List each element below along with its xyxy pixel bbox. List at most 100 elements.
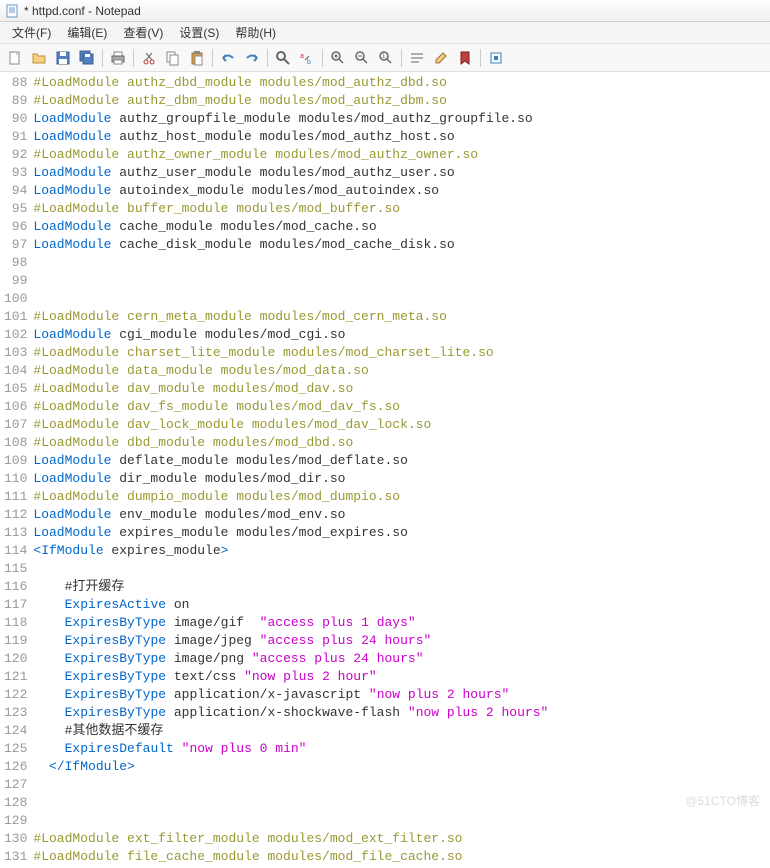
code-line[interactable]: #LoadModule cern_meta_module modules/mod… — [33, 308, 548, 326]
line-number: 100 — [4, 290, 27, 308]
paste-icon[interactable] — [186, 47, 208, 69]
code-line[interactable] — [33, 812, 548, 830]
code-line[interactable] — [33, 776, 548, 794]
save-icon[interactable] — [52, 47, 74, 69]
line-number: 89 — [4, 92, 27, 110]
line-number: 97 — [4, 236, 27, 254]
title-bar: * httpd.conf - Notepad — [0, 0, 770, 22]
menu-file[interactable]: 文件(F) — [4, 22, 59, 43]
code-line[interactable]: LoadModule cgi_module modules/mod_cgi.so — [33, 326, 548, 344]
replace-icon[interactable]: ab — [296, 47, 318, 69]
code-line[interactable] — [33, 290, 548, 308]
code-area[interactable]: #LoadModule authz_dbd_module modules/mod… — [33, 72, 548, 868]
code-line[interactable]: LoadModule deflate_module modules/mod_de… — [33, 452, 548, 470]
toolbar-separator — [480, 49, 481, 67]
line-number: 126 — [4, 758, 27, 776]
find-icon[interactable] — [272, 47, 294, 69]
code-line[interactable]: LoadModule authz_user_module modules/mod… — [33, 164, 548, 182]
code-line[interactable]: #LoadModule dav_module modules/mod_dav.s… — [33, 380, 548, 398]
code-line[interactable]: ExpiresByType text/css "now plus 2 hour" — [33, 668, 548, 686]
code-line[interactable] — [33, 272, 548, 290]
code-line[interactable]: LoadModule autoindex_module modules/mod_… — [33, 182, 548, 200]
code-line[interactable]: #LoadModule buffer_module modules/mod_bu… — [33, 200, 548, 218]
code-line[interactable]: LoadModule authz_groupfile_module module… — [33, 110, 548, 128]
line-number: 114 — [4, 542, 27, 560]
tool-icon[interactable] — [485, 47, 507, 69]
line-number: 113 — [4, 524, 27, 542]
line-number: 120 — [4, 650, 27, 668]
code-line[interactable]: ExpiresByType application/x-javascript "… — [33, 686, 548, 704]
code-line[interactable]: LoadModule expires_module modules/mod_ex… — [33, 524, 548, 542]
code-line[interactable] — [33, 254, 548, 272]
code-line[interactable]: LoadModule cache_disk_module modules/mod… — [33, 236, 548, 254]
code-line[interactable]: ExpiresByType image/png "access plus 24 … — [33, 650, 548, 668]
code-line[interactable]: ExpiresByType image/jpeg "access plus 24… — [33, 632, 548, 650]
code-line[interactable]: LoadModule cache_module modules/mod_cach… — [33, 218, 548, 236]
toolbar-separator — [401, 49, 402, 67]
code-line[interactable]: #LoadModule dav_fs_module modules/mod_da… — [33, 398, 548, 416]
code-line[interactable] — [33, 560, 548, 578]
code-line[interactable]: ExpiresDefault "now plus 0 min" — [33, 740, 548, 758]
new-file-icon[interactable] — [4, 47, 26, 69]
code-line[interactable]: LoadModule dir_module modules/mod_dir.so — [33, 470, 548, 488]
code-line[interactable]: ExpiresByType application/x-shockwave-fl… — [33, 704, 548, 722]
line-number: 94 — [4, 182, 27, 200]
code-line[interactable] — [33, 794, 548, 812]
code-line[interactable]: LoadModule env_module modules/mod_env.so — [33, 506, 548, 524]
menu-edit[interactable]: 编辑(E) — [59, 22, 115, 43]
line-number: 104 — [4, 362, 27, 380]
code-line[interactable]: ExpiresActive on — [33, 596, 548, 614]
code-line[interactable]: </IfModule> — [33, 758, 548, 776]
line-number: 121 — [4, 668, 27, 686]
code-line[interactable]: #LoadModule authz_dbm_module modules/mod… — [33, 92, 548, 110]
code-line[interactable]: #LoadModule ext_filter_module modules/mo… — [33, 830, 548, 848]
cut-icon[interactable] — [138, 47, 160, 69]
line-number: 117 — [4, 596, 27, 614]
zoom-out-icon[interactable] — [351, 47, 373, 69]
code-line[interactable]: #LoadModule authz_owner_module modules/m… — [33, 146, 548, 164]
mark-icon[interactable] — [454, 47, 476, 69]
print-icon[interactable] — [107, 47, 129, 69]
line-number: 103 — [4, 344, 27, 362]
line-number: 125 — [4, 740, 27, 758]
watermark: @51CTO博客 — [685, 792, 760, 809]
line-number: 109 — [4, 452, 27, 470]
line-number: 105 — [4, 380, 27, 398]
line-number: 99 — [4, 272, 27, 290]
line-number: 96 — [4, 218, 27, 236]
code-line[interactable]: #LoadModule authz_dbd_module modules/mod… — [33, 74, 548, 92]
code-line[interactable]: ExpiresByType image/gif "access plus 1 d… — [33, 614, 548, 632]
line-number: 116 — [4, 578, 27, 596]
line-number: 115 — [4, 560, 27, 578]
save-all-icon[interactable] — [76, 47, 98, 69]
wrap-icon[interactable] — [406, 47, 428, 69]
code-line[interactable]: <IfModule expires_module> — [33, 542, 548, 560]
code-line[interactable]: #LoadModule charset_lite_module modules/… — [33, 344, 548, 362]
zoom-reset-icon[interactable]: 1 — [375, 47, 397, 69]
line-number: 111 — [4, 488, 27, 506]
code-line[interactable]: #LoadModule file_cache_module modules/mo… — [33, 848, 548, 866]
copy-icon[interactable] — [162, 47, 184, 69]
redo-icon[interactable] — [241, 47, 263, 69]
editor[interactable]: 8889909192939495969798991001011021031041… — [0, 72, 770, 868]
code-line[interactable]: #LoadModule dav_lock_module modules/mod_… — [33, 416, 548, 434]
line-number: 108 — [4, 434, 27, 452]
line-number: 131 — [4, 848, 27, 866]
code-line[interactable]: #LoadModule data_module modules/mod_data… — [33, 362, 548, 380]
menu-settings[interactable]: 设置(S) — [171, 22, 227, 43]
line-number: 95 — [4, 200, 27, 218]
line-number: 93 — [4, 164, 27, 182]
code-line[interactable]: #LoadModule dbd_module modules/mod_dbd.s… — [33, 434, 548, 452]
open-file-icon[interactable] — [28, 47, 50, 69]
menu-help[interactable]: 帮助(H) — [227, 22, 284, 43]
toolbar-separator — [267, 49, 268, 67]
svg-text:a: a — [300, 53, 304, 60]
code-line[interactable]: #LoadModule dumpio_module modules/mod_du… — [33, 488, 548, 506]
undo-icon[interactable] — [217, 47, 239, 69]
edit-icon[interactable] — [430, 47, 452, 69]
menu-view[interactable]: 查看(V) — [115, 22, 171, 43]
code-line[interactable]: LoadModule authz_host_module modules/mod… — [33, 128, 548, 146]
zoom-in-icon[interactable] — [327, 47, 349, 69]
code-line[interactable]: #打开缓存 — [33, 578, 548, 596]
code-line[interactable]: #其他数据不缓存 — [33, 722, 548, 740]
